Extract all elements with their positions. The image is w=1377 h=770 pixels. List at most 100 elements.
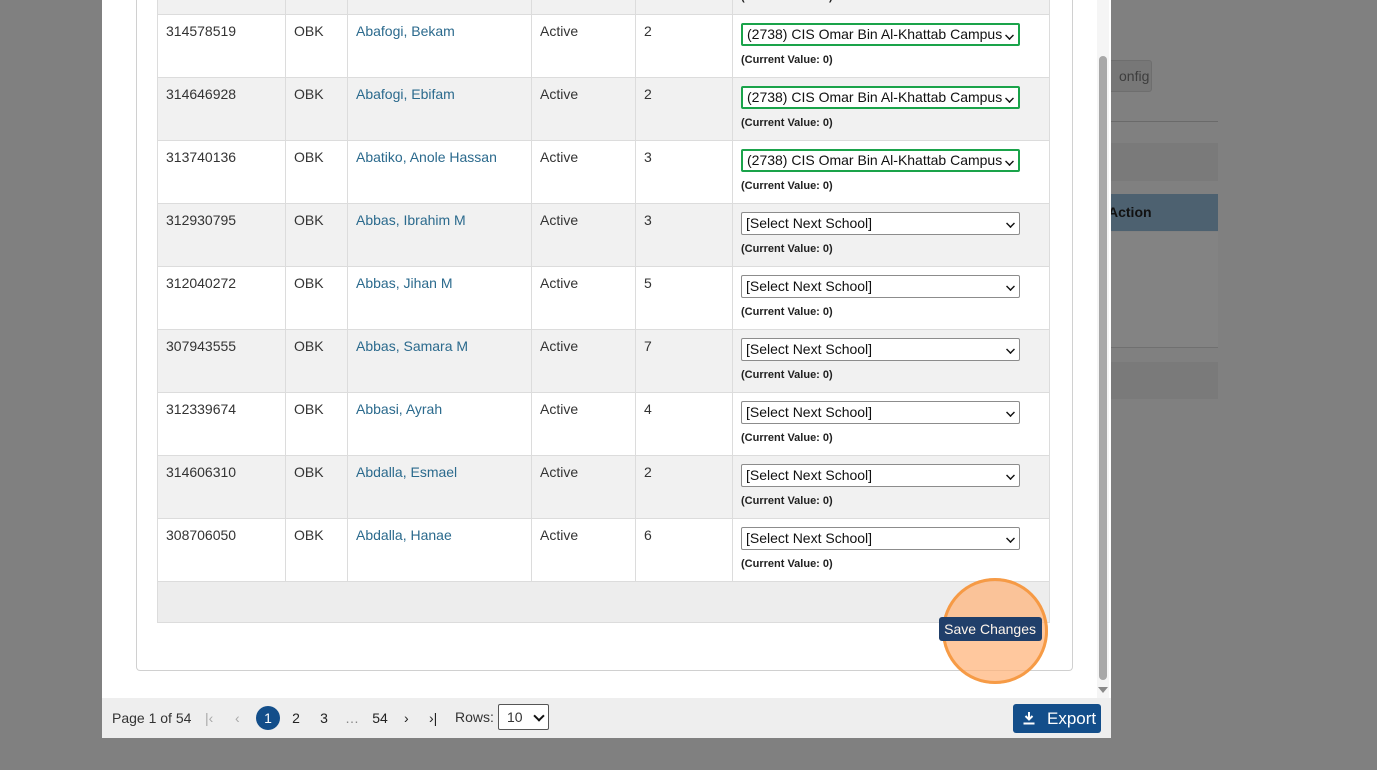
table-row: 312040272 OBK Abbas, Jihan M Active 5 [Select… xyxy=(157,266,1050,330)
table-row: 312339674 OBK Abbasi, Ayrah Active 4 [Select … xyxy=(157,392,1050,456)
next-school-select[interactable]: [Select Next School] xyxy=(741,275,1020,298)
current-value-label: (Current Value: 0) xyxy=(741,306,833,318)
status-cell: Active xyxy=(531,392,636,456)
grade-cell: 6 xyxy=(635,518,733,582)
background-table-cell xyxy=(1105,232,1218,273)
next-school-value: [Select Next School] xyxy=(746,278,873,294)
next-school-value: [Select Next School] xyxy=(746,467,873,483)
location-cell: OBK xyxy=(285,266,348,330)
page-54-button[interactable]: 54 xyxy=(368,706,392,730)
current-value-label: (Current Value: 0) xyxy=(741,54,833,66)
next-school-select[interactable]: [Select Next School] xyxy=(741,212,1020,235)
rows-per-page-select[interactable]: 10 xyxy=(498,704,549,730)
divider xyxy=(1105,121,1218,122)
grade-cell: 2 xyxy=(635,77,733,141)
grade-cell: 6 xyxy=(635,0,733,15)
grade-cell: 2 xyxy=(635,455,733,519)
scrollbar-thumb[interactable] xyxy=(1099,56,1107,680)
rows-label: Rows: xyxy=(455,709,494,725)
chevron-down-icon xyxy=(1006,282,1015,291)
export-button[interactable]: Export xyxy=(1013,704,1101,733)
next-school-value: (2738) CIS Omar Bin Al-Khattab Campus xyxy=(747,26,1003,42)
next-school-value: [Select Next School] xyxy=(746,341,873,357)
current-value-label: (Current Value: 0) xyxy=(741,369,833,381)
chevron-down-icon xyxy=(1006,534,1015,543)
grade-cell: 2 xyxy=(635,14,733,78)
prev-page-icon[interactable]: ‹ xyxy=(235,710,240,726)
next-school-value: [Select Next School] xyxy=(746,215,873,231)
table-row: 314646928 OBK Abafogi, Ebifam Active 2 (2738)… xyxy=(157,77,1050,141)
status-cell: Active xyxy=(531,14,636,78)
background-bar xyxy=(1105,362,1218,399)
student-name-cell: Abbas, Ibrahim M xyxy=(347,203,532,267)
student-name-link[interactable]: Abbas, Samara M xyxy=(356,338,468,354)
page-info: Page 1 of 54 xyxy=(112,710,192,726)
table-row: 309209960OBKAbafogi, Ahmadi AhmedActive6… xyxy=(157,0,1050,15)
next-school-cell: [Select Next School] (Current Value: 0) xyxy=(732,392,1050,456)
status-cell: Active xyxy=(531,329,636,393)
next-school-select[interactable]: [Select Next School] xyxy=(741,338,1020,361)
status-cell: Active xyxy=(531,77,636,141)
location-cell: OBK xyxy=(285,392,348,456)
student-id-cell: 313740136 xyxy=(157,140,286,204)
student-name-link[interactable]: Abafogi, Bekam xyxy=(356,23,455,39)
student-id-cell: 308706050 xyxy=(157,518,286,582)
next-school-select[interactable]: (2738) CIS Omar Bin Al-Khattab Campus xyxy=(741,23,1020,46)
next-school-cell: [Select Next School] (Current Value: 0) xyxy=(732,266,1050,330)
chevron-down-icon xyxy=(1005,94,1014,103)
student-name-cell: Abatiko, Anole Hassan xyxy=(347,140,532,204)
next-page-icon[interactable]: › xyxy=(404,710,409,726)
student-name-cell: Abdalla, Hanae xyxy=(347,518,532,582)
page-1-button[interactable]: 1 xyxy=(256,706,280,730)
student-name-link[interactable]: Abdalla, Esmael xyxy=(356,464,457,480)
page-3-button[interactable]: 3 xyxy=(312,706,336,730)
status-cell: Active xyxy=(531,455,636,519)
page-2-button[interactable]: 2 xyxy=(284,706,308,730)
next-school-value: (2738) CIS Omar Bin Al-Khattab Campus xyxy=(747,152,1003,168)
student-name-link[interactable]: Abbasi, Ayrah xyxy=(356,401,442,417)
current-value-label: (Current Value: 0) xyxy=(741,495,833,507)
location-cell: OBK xyxy=(285,0,348,15)
student-name-link[interactable]: Abdalla, Hanae xyxy=(356,527,452,543)
grade-cell: 5 xyxy=(635,266,733,330)
table-row: 313740136 OBK Abatiko, Anole Hassan Active 3… xyxy=(157,140,1050,204)
next-school-select[interactable]: (2738) CIS Omar Bin Al-Khattab Campus xyxy=(741,86,1020,109)
location-cell: OBK xyxy=(285,518,348,582)
status-cell: Active xyxy=(531,266,636,330)
last-page-icon[interactable]: ›| xyxy=(429,710,437,726)
next-school-select[interactable]: [Select Next School] xyxy=(741,527,1020,550)
current-value-label: (Current Value: 0) xyxy=(741,243,833,255)
table-row: 314606310 OBK Abdalla, Esmael Active 2 [Selec… xyxy=(157,455,1050,519)
save-changes-button[interactable]: Save Changes xyxy=(939,617,1042,641)
student-name-link[interactable]: Abafogi, Ebifam xyxy=(356,86,455,102)
status-cell: Active xyxy=(531,140,636,204)
download-icon xyxy=(1023,712,1035,725)
next-school-cell: (2738) CIS Omar Bin Al-Khattab Campus (Cu… xyxy=(732,14,1050,78)
grade-cell: 4 xyxy=(635,392,733,456)
chevron-down-icon xyxy=(1005,31,1014,40)
student-name-link[interactable]: Abbas, Jihan M xyxy=(356,275,453,291)
status-cell: Active xyxy=(531,0,636,15)
student-id-cell: 314646928 xyxy=(157,77,286,141)
background-table-cell xyxy=(1105,272,1218,313)
chevron-down-icon xyxy=(1005,157,1014,166)
scroll-down-arrow-icon[interactable] xyxy=(1098,687,1108,693)
student-id-cell: 314578519 xyxy=(157,14,286,78)
grade-cell: 3 xyxy=(635,140,733,204)
table-row: 307943555 OBK Abbas, Samara M Active 7 [Selec… xyxy=(157,329,1050,393)
student-name-cell: Abdalla, Esmael xyxy=(347,455,532,519)
student-name-link[interactable]: Abbas, Ibrahim M xyxy=(356,212,466,228)
grade-cell: 7 xyxy=(635,329,733,393)
student-name-link[interactable]: Abatiko, Anole Hassan xyxy=(356,149,497,165)
next-school-select[interactable]: (2738) CIS Omar Bin Al-Khattab Campus xyxy=(741,149,1020,172)
student-name-cell: Abafogi, Ahmadi Ahmed xyxy=(347,0,532,15)
location-cell: OBK xyxy=(285,455,348,519)
current-value-label: (Current Value: 0) xyxy=(741,432,833,444)
student-id-cell: 312040272 xyxy=(157,266,286,330)
student-name-cell: Abafogi, Bekam xyxy=(347,14,532,78)
chevron-down-icon xyxy=(1006,408,1015,417)
student-id-cell: 309209960 xyxy=(157,0,286,15)
next-school-select[interactable]: [Select Next School] xyxy=(741,464,1020,487)
first-page-icon[interactable]: |‹ xyxy=(205,710,213,726)
next-school-select[interactable]: [Select Next School] xyxy=(741,401,1020,424)
